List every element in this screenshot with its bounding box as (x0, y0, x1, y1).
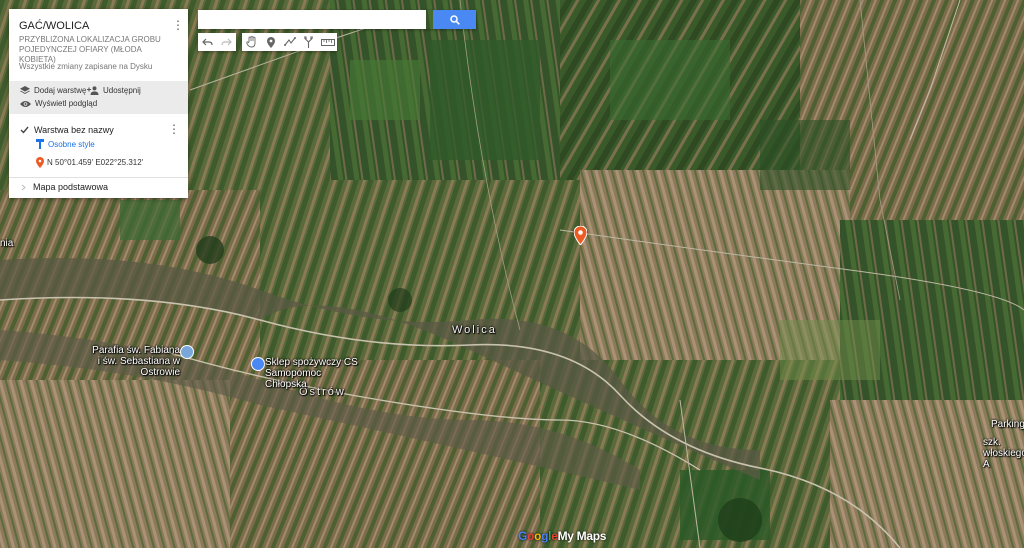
map-toolbar (198, 33, 337, 51)
google-my-maps-logo: GoogleMy Maps (518, 529, 607, 543)
draw-line-button[interactable] (280, 33, 299, 51)
parking-label[interactable]: Parking (991, 419, 1024, 430)
history-group (198, 33, 236, 51)
church-icon[interactable] (180, 345, 194, 359)
redo-icon (221, 38, 232, 45)
panel-actions: Dodaj warstwę Udostępnij Wyświetl podglą… (9, 81, 188, 114)
map-title[interactable]: GAĆ/WOLICA (19, 20, 89, 32)
eye-icon (20, 100, 31, 107)
paint-roller-icon (36, 139, 44, 149)
church-label: Parafia św. Fabiana i św. Sebastiana w O… (92, 345, 180, 378)
church-poi[interactable]: Parafia św. Fabiana i św. Sebastiana w O… (88, 345, 180, 378)
ruler-icon (320, 38, 335, 46)
shop-icon[interactable] (251, 357, 265, 371)
add-layer-label: Dodaj warstwę (34, 86, 87, 95)
placemark-coordinates: N 50°01.459' E022°25.312' (47, 158, 144, 167)
basemap-label: Mapa podstawowa (33, 182, 109, 192)
map-pin-icon (36, 157, 44, 168)
map-side-panel: GAĆ/WOLICA ⋮ PRZYBLIŻONA LOKALIZACJA GRO… (9, 9, 188, 198)
panel-divider (9, 177, 188, 178)
layer-name[interactable]: Warstwa bez nazwy (34, 125, 114, 135)
add-person-icon (87, 86, 99, 95)
marker-icon (266, 36, 275, 48)
search-button[interactable] (433, 10, 476, 29)
checkbox-checked-icon[interactable] (20, 126, 29, 134)
search-bar (198, 10, 476, 29)
draw-line-icon (283, 36, 296, 46)
my-maps-text: My Maps (557, 529, 607, 543)
village-label-wolica[interactable]: Wolica (452, 325, 497, 336)
school-label[interactable]: szk. włoskiego A (983, 437, 1024, 470)
shop-label[interactable]: Sklep spożywczy CS Samopomoc Chłopska (265, 357, 360, 390)
tools-group (242, 33, 337, 51)
search-input[interactable] (198, 10, 426, 29)
layer-options-menu[interactable]: ⋮ (168, 122, 180, 136)
map-label-edge-left: nia (0, 238, 14, 249)
share-button[interactable]: Udostępnij (87, 86, 141, 95)
save-status: Wszystkie zmiany zapisane na Dysku (19, 62, 153, 71)
individual-styles-link[interactable]: Osobne style (36, 139, 95, 149)
add-marker-button[interactable] (261, 33, 280, 51)
map-options-menu[interactable]: ⋮ (172, 18, 184, 32)
map-description[interactable]: PRZYBLIŻONA LOKALIZACJA GROBU POJEDYNCZE… (19, 35, 169, 65)
redo-button[interactable] (217, 33, 236, 51)
basemap-toggle[interactable]: Mapa podstawowa (20, 182, 108, 192)
directions-button[interactable] (299, 33, 318, 51)
search-icon (449, 14, 460, 25)
share-label: Udostępnij (103, 86, 141, 95)
undo-button[interactable] (198, 33, 217, 51)
undo-icon (202, 38, 213, 45)
directions-icon (304, 36, 313, 48)
layer-header: Warstwa bez nazwy (20, 123, 180, 137)
preview-label: Wyświetl podgląd (35, 99, 98, 108)
select-tool-button[interactable] (242, 33, 261, 51)
measure-button[interactable] (318, 33, 337, 51)
hand-icon (246, 36, 256, 48)
style-link-label: Osobne style (48, 139, 95, 149)
more-vert-icon: ⋮ (172, 18, 184, 32)
more-vert-icon: ⋮ (168, 122, 180, 136)
layers-icon (20, 86, 30, 94)
preview-button[interactable]: Wyświetl podgląd (20, 99, 97, 108)
placemark-list-item[interactable]: N 50°01.459' E022°25.312' (36, 157, 143, 168)
expand-arrow-icon (21, 184, 26, 190)
add-layer-button[interactable]: Dodaj warstwę (20, 86, 86, 95)
map-pin-icon (574, 226, 587, 245)
